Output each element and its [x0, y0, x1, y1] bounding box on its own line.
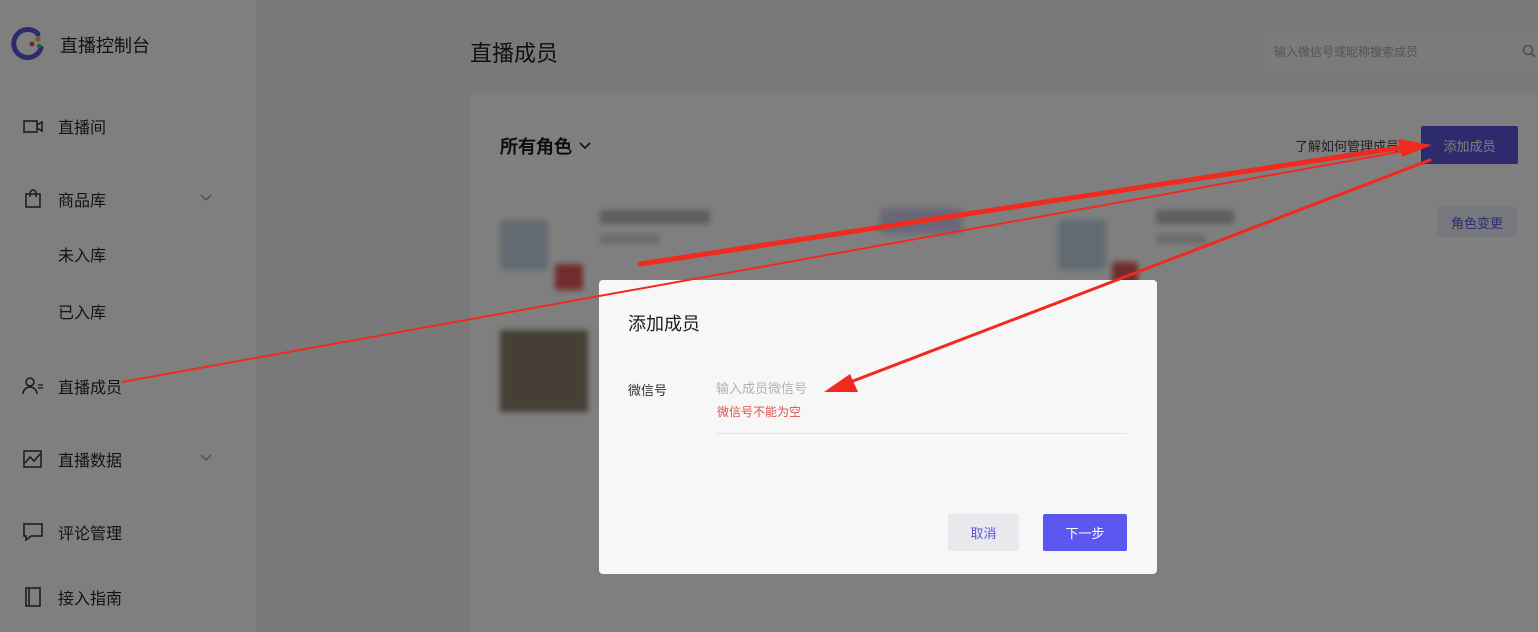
- add-member-dialog: 添加成员 微信号 微信号不能为空 取消 下一步: [599, 280, 1157, 574]
- wechat-id-error: 微信号不能为空: [717, 405, 802, 419]
- wechat-id-label: 微信号: [628, 384, 668, 399]
- dialog-title: 添加成员: [628, 314, 700, 335]
- wechat-id-input[interactable]: [716, 378, 1124, 400]
- cancel-button[interactable]: 取消: [948, 514, 1019, 551]
- input-underline: [717, 433, 1127, 434]
- next-step-button[interactable]: 下一步: [1043, 514, 1127, 551]
